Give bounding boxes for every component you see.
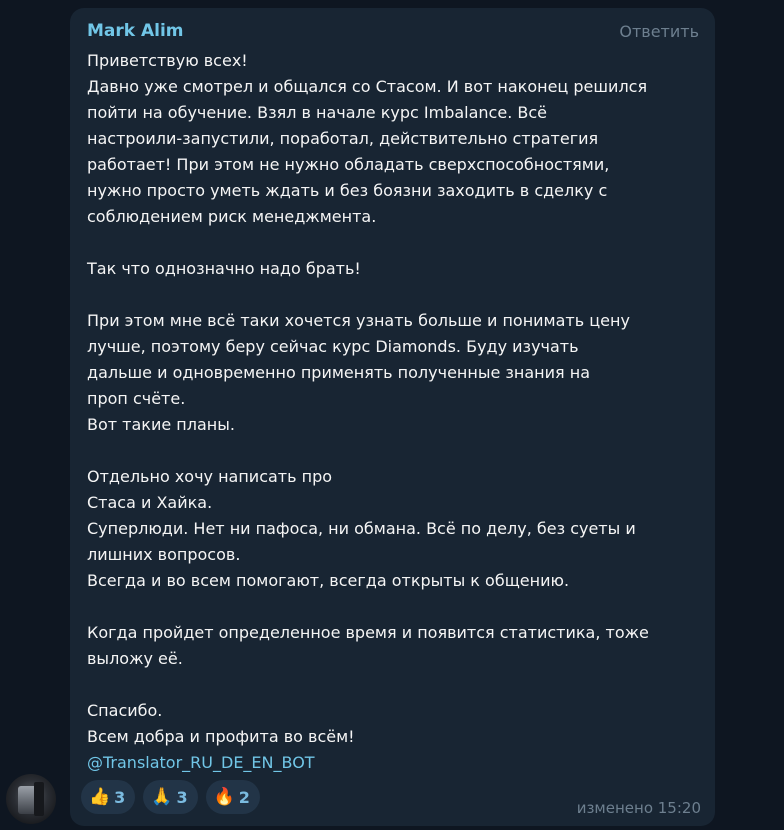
message-line: соблюдением риск менеджмента. — [87, 207, 377, 226]
message-line: Суперлюди. Нет ни пафоса, ни обмана. Всё… — [87, 519, 636, 538]
message-line: Спасибо. — [87, 701, 163, 720]
message-line: Так что однозначно надо брать! — [87, 259, 361, 278]
avatar[interactable] — [6, 774, 56, 824]
message-status: изменено 15:20 — [576, 799, 701, 817]
reaction-count: 3 — [176, 787, 188, 807]
message-line — [87, 438, 703, 464]
fire-icon: 🔥 — [213, 786, 235, 807]
reaction-button[interactable]: 👍 3 — [81, 780, 136, 814]
message-line: Всегда и во всем помогают, всегда открыт… — [87, 571, 570, 590]
reaction-button[interactable]: 🔥 2 — [205, 780, 260, 814]
message-line: пойти на обучение. Взял в начале курс Im… — [87, 103, 547, 122]
translator-bot-link[interactable]: @Translator_RU_DE_EN_BOT — [87, 750, 703, 776]
message-line: выложу её. — [87, 649, 183, 668]
message-line: Когда пройдет определенное время и появи… — [87, 623, 649, 642]
message-line — [87, 282, 703, 308]
message-line: лишних вопросов. — [87, 545, 241, 564]
message-line: Стаса и Хайка. — [87, 493, 213, 512]
reaction-button[interactable]: 🙏 3 — [143, 780, 198, 814]
avatar-image-part — [34, 782, 44, 816]
message-line: настроили-запустили, поработал, действит… — [87, 129, 599, 148]
message-line: работает! При этом не нужно обладать све… — [87, 155, 610, 174]
sender-name[interactable]: Mark Alim — [87, 21, 184, 41]
message-bubble[interactable]: Mark Alim Ответить Приветствую всех! Давн… — [70, 8, 715, 826]
thumbs-up-icon: 👍 — [89, 786, 111, 807]
message-line — [87, 594, 703, 620]
message-line: лучше, поэтому беру сейчас курс Diamonds… — [87, 337, 579, 356]
message-line: Отдельно хочу написать про — [87, 467, 333, 486]
message-text: Приветствую всех! Давно уже смотрел и общ… — [87, 48, 703, 776]
reactions-bar: 👍 3 🙏 3 🔥 2 — [81, 780, 260, 814]
message-line: Вот такие планы. — [87, 415, 235, 434]
message-line: проп счёте. — [87, 389, 186, 408]
reaction-count: 3 — [114, 787, 126, 807]
reaction-count: 2 — [238, 787, 250, 807]
reply-button[interactable]: Ответить — [619, 22, 699, 41]
message-line: При этом мне всё таки хочется узнать бол… — [87, 311, 630, 330]
praying-hands-icon: 🙏 — [151, 786, 173, 807]
message-line: нужно просто уметь ждать и без боязни за… — [87, 181, 608, 200]
message-line — [87, 672, 703, 698]
message-line: Приветствую всех! — [87, 51, 248, 70]
chat-view: Mark Alim Ответить Приветствую всех! Давн… — [0, 0, 784, 830]
message-line: Всем добра и профита во всём! — [87, 727, 355, 746]
message-line: Давно уже смотрел и общался со Стасом. И… — [87, 77, 648, 96]
message-line — [87, 230, 703, 256]
message-line: дальше и одновременно применять полученн… — [87, 363, 591, 382]
